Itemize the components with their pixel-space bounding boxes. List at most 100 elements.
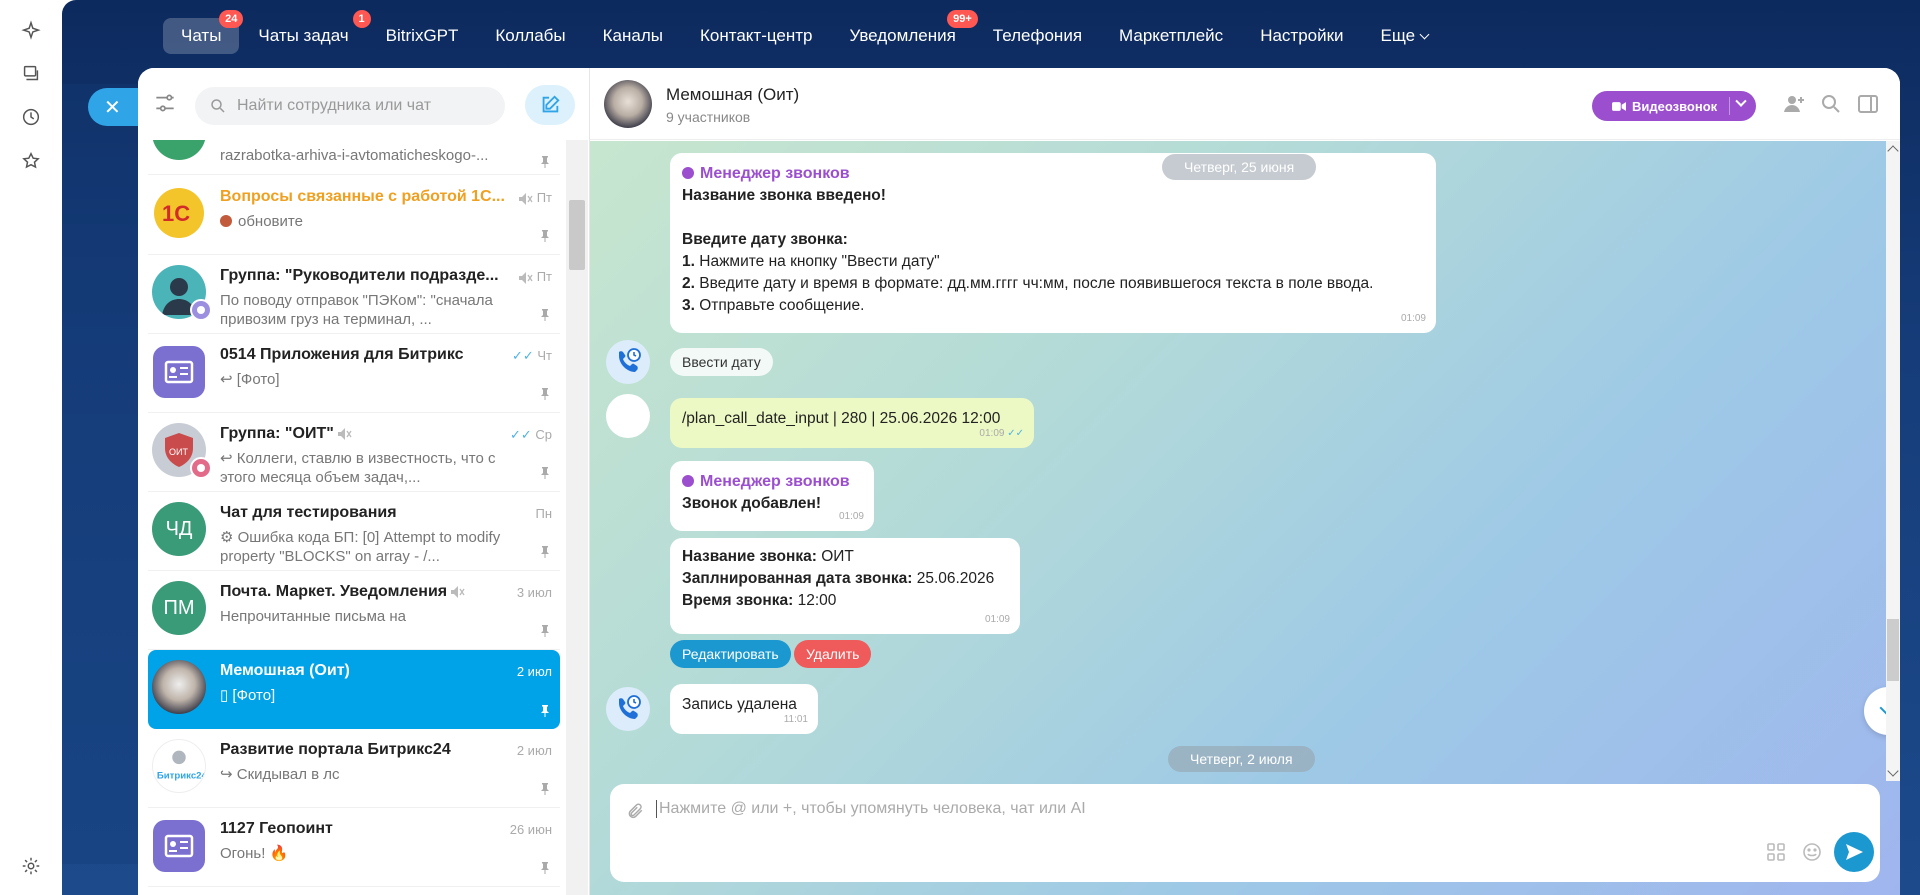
nav-contact-center[interactable]: Контакт-центр bbox=[682, 18, 831, 54]
chat-preview: обновите bbox=[220, 212, 520, 231]
phone-clock-icon bbox=[619, 348, 641, 372]
nav-marketplace[interactable]: Маркетплейс bbox=[1101, 18, 1241, 54]
message-field: Время звонка: 12:00 bbox=[682, 592, 837, 609]
search-input[interactable]: Найти сотрудника или чат bbox=[195, 87, 505, 125]
nav-notifications[interactable]: Уведомления 99+ bbox=[832, 10, 978, 54]
pin-icon bbox=[541, 156, 549, 168]
chat-list-panel: Найти сотрудника или чат razrabotka-arhi… bbox=[138, 68, 590, 895]
nav-collabs[interactable]: Коллабы bbox=[477, 18, 583, 54]
edit-button[interactable]: Редактировать bbox=[670, 640, 791, 668]
nav-bitrixgpt[interactable]: BitrixGPT bbox=[368, 18, 477, 54]
nav-chats[interactable]: Чаты 24 bbox=[163, 10, 244, 54]
chat-time: 2 июл bbox=[516, 743, 552, 758]
scroll-up-arrow-icon[interactable] bbox=[1887, 145, 1899, 157]
chat-item[interactable]: 0514 Приложения для Битрикс ✓✓ Чт ↩ [Фот… bbox=[148, 334, 560, 413]
user-message: /plan_call_date_input | 280 | 25.06.2026… bbox=[670, 398, 1034, 448]
layers-icon[interactable] bbox=[18, 61, 44, 87]
delete-button[interactable]: Удалить bbox=[794, 640, 872, 668]
paperclip-icon[interactable] bbox=[626, 802, 644, 820]
chat-preview: По поводу отправок "ПЭКом": "сначала при… bbox=[220, 292, 493, 328]
nav-settings[interactable]: Настройки bbox=[1242, 18, 1361, 54]
scrollbar-thumb[interactable] bbox=[1887, 619, 1899, 681]
scroll-down-arrow-icon[interactable] bbox=[1887, 765, 1899, 777]
chat-item-selected[interactable]: Мемошная (Оит) 2 июл ▯ [Фото] bbox=[148, 650, 560, 729]
compose-icon bbox=[542, 95, 560, 113]
bot-message: Менеджер звонков Название звонка введено… bbox=[670, 153, 1436, 333]
nav-telephony[interactable]: Телефония bbox=[975, 18, 1100, 54]
emoji-icon[interactable] bbox=[1802, 842, 1822, 862]
pin-icon bbox=[541, 783, 549, 795]
feed-scrollbar[interactable] bbox=[1886, 141, 1900, 781]
scrollbar-thumb[interactable] bbox=[569, 200, 585, 270]
chat-preview: ↩ [Фото] bbox=[220, 371, 280, 388]
nav-channels[interactable]: Каналы bbox=[585, 18, 681, 54]
chat-avatar bbox=[153, 346, 205, 398]
chat-item[interactable]: Битрикс24 Развитие портала Битрикс24 2 и… bbox=[148, 729, 560, 808]
chat-time: Пт bbox=[515, 269, 552, 284]
nav-more[interactable]: Еще bbox=[1363, 18, 1447, 54]
message-composer[interactable]: Нажмите @ или +, чтобы упомянуть человек… bbox=[610, 784, 1880, 882]
video-call-button[interactable]: Видеозвонок bbox=[1592, 91, 1756, 121]
nav-task-chats[interactable]: Чаты задач 1 bbox=[240, 10, 371, 54]
background-recent-list bbox=[62, 84, 138, 864]
add-user-icon[interactable] bbox=[1782, 92, 1806, 116]
chat-item[interactable]: Группа: "Руководители подразде... Пт По … bbox=[148, 255, 560, 334]
gear-icon[interactable] bbox=[18, 853, 44, 879]
close-messenger-button[interactable]: ✕ bbox=[88, 88, 138, 126]
filter-icon[interactable] bbox=[152, 90, 178, 116]
sparkle-icon[interactable] bbox=[18, 18, 44, 44]
send-button[interactable] bbox=[1834, 832, 1874, 872]
chat-list-scrollbar[interactable] bbox=[566, 140, 588, 895]
message-sender: Менеджер звонков bbox=[682, 471, 862, 493]
phone-clock-icon bbox=[619, 695, 641, 719]
chat-preview: ↩ Коллеги, ставлю в известность, что с э… bbox=[220, 450, 496, 486]
chat-title: Мемошная (Оит) bbox=[220, 662, 350, 679]
message-field: Название звонка: ОИТ bbox=[682, 548, 854, 565]
message-time: 11:01 bbox=[783, 714, 808, 725]
chat-item[interactable]: ПМ Почта. Маркет. Уведомления 3 июл Непр… bbox=[148, 571, 560, 650]
apps-grid-icon[interactable] bbox=[1766, 842, 1786, 862]
search-icon[interactable] bbox=[1819, 92, 1843, 116]
chat-item[interactable]: ОИТ Группа: "ОИТ" ✓✓ Ср ↩ Коллеги, ставл… bbox=[148, 413, 560, 492]
chat-avatar: Битрикс24 bbox=[152, 739, 206, 793]
sidebar-toggle-icon[interactable] bbox=[1856, 92, 1880, 116]
chat-item[interactable]: razrabotka-arhiva-i-avtomaticheskogo-... bbox=[148, 140, 560, 175]
chat-time: 26 июн bbox=[509, 822, 552, 837]
pin-icon bbox=[541, 388, 549, 400]
chat-header-title[interactable]: Мемошная (Оит) bbox=[666, 85, 799, 105]
chat-title: Почта. Маркет. Уведомления bbox=[220, 583, 510, 601]
message-feed: Менеджер звонков Название звонка введено… bbox=[590, 141, 1900, 895]
chat-item[interactable]: 1С Вопросы связанные с работой 1С... Пт … bbox=[148, 176, 560, 255]
chat-title: 1127 Геопоинт bbox=[220, 820, 333, 837]
user-avatar bbox=[606, 394, 650, 438]
message-time: 01:09 ✓✓ bbox=[979, 428, 1024, 439]
svg-text:1С: 1С bbox=[162, 201, 190, 226]
pin-icon bbox=[541, 467, 549, 479]
chat-preview: ↪ Скидывал в лс bbox=[220, 766, 340, 783]
bot-avatar bbox=[606, 687, 650, 731]
chat-title: 0514 Приложения для Битрикс bbox=[220, 346, 464, 363]
mute-icon bbox=[451, 585, 465, 598]
new-chat-button[interactable] bbox=[525, 85, 575, 125]
chat-header-avatar[interactable] bbox=[604, 80, 652, 128]
clock-icon[interactable] bbox=[18, 104, 44, 130]
video-call-dropdown-icon[interactable] bbox=[1735, 95, 1747, 107]
left-rail bbox=[0, 0, 62, 895]
svg-text:ОИТ: ОИТ bbox=[169, 447, 188, 457]
chat-time: Пн bbox=[535, 506, 552, 521]
chat-avatar bbox=[153, 820, 205, 872]
date-separator: Четверг, 2 июля bbox=[1168, 746, 1315, 772]
message-time: 01:09 bbox=[838, 511, 864, 522]
pin-icon bbox=[541, 546, 549, 558]
chat-item[interactable]: 1127 Геопоинт 26 июн Огонь! 🔥 bbox=[148, 808, 560, 887]
message-text: /plan_call_date_input | 280 | 25.06.2026… bbox=[682, 410, 1001, 427]
composer-placeholder: Нажмите @ или +, чтобы упомянуть человек… bbox=[656, 800, 1086, 818]
pin-icon bbox=[541, 705, 549, 717]
star-icon[interactable] bbox=[18, 148, 44, 174]
chat-preview: Огонь! 🔥 bbox=[220, 845, 289, 862]
chat-header-members[interactable]: 9 участников bbox=[666, 109, 750, 125]
pin-icon bbox=[541, 230, 549, 242]
chat-time: 2 июл bbox=[516, 664, 552, 679]
chat-item[interactable]: ЧД Чат для тестирования Пн ⚙ Ошибка кода… bbox=[148, 492, 560, 571]
enter-date-button[interactable]: Ввести дату bbox=[670, 348, 773, 376]
